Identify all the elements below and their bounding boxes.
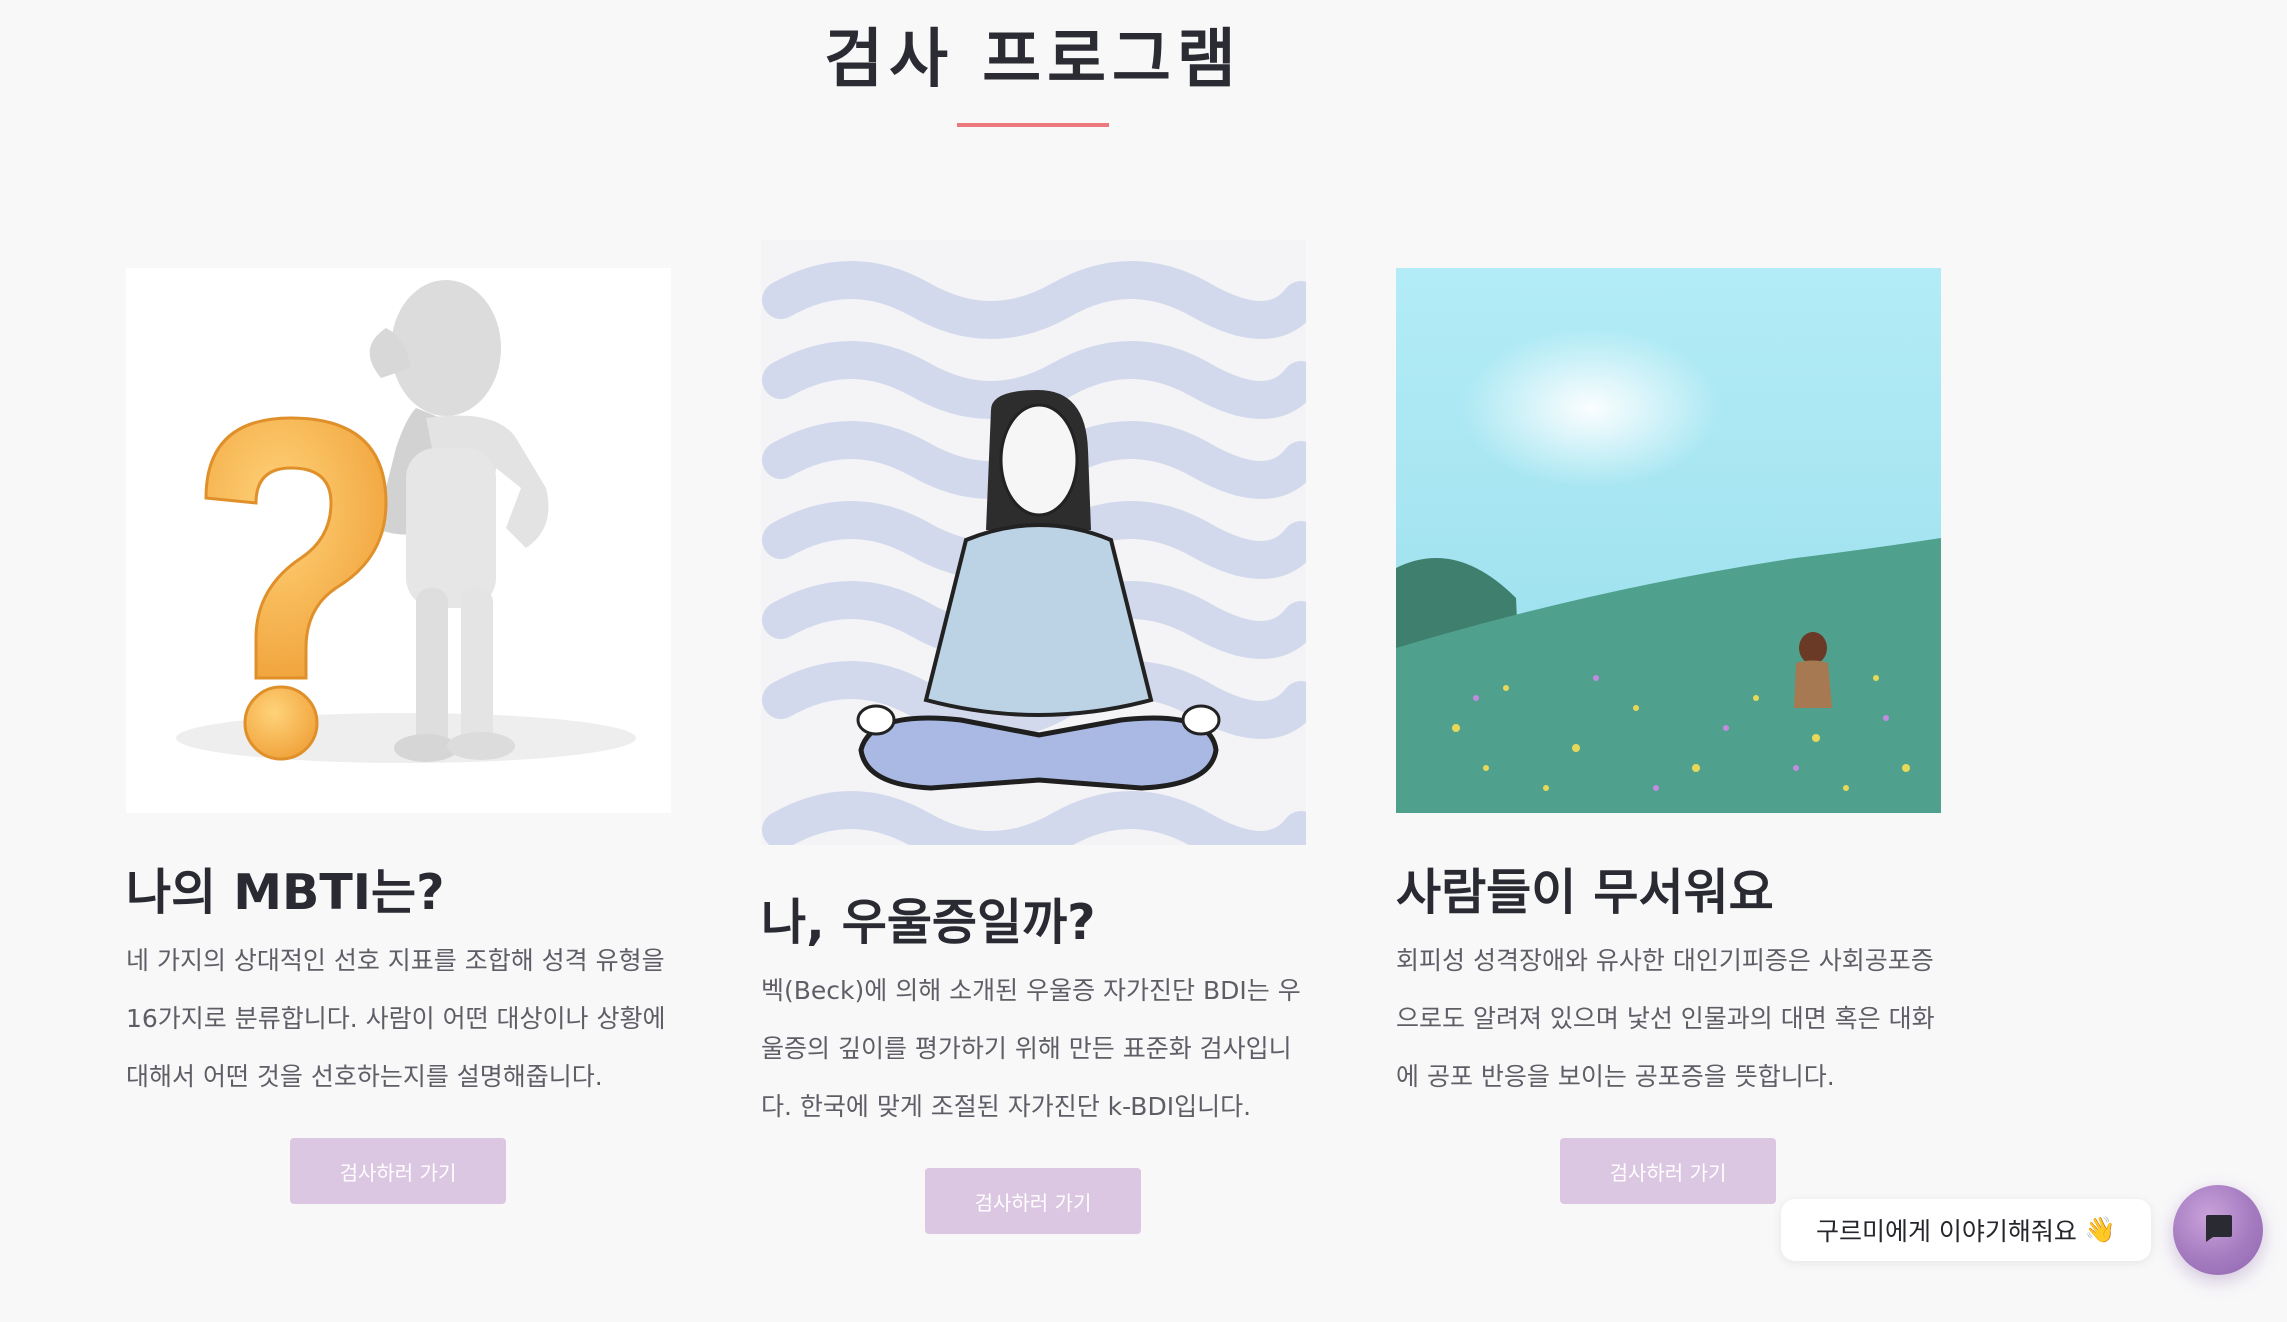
start-test-button[interactable]: 검사하러 가기 — [290, 1138, 506, 1204]
question-mark-thinking-figure-image — [126, 268, 671, 813]
person-in-flower-field-image — [1396, 268, 1941, 813]
chat-prompt-text: 구르미에게 이야기해줘요 — [1815, 1217, 2077, 1246]
card-description: 회피성 성격장애와 유사한 대인기피증은 사회공포증으로도 알려져 있으며 낯선… — [1396, 946, 1935, 1091]
waving-hand-icon: 👋 — [2084, 1215, 2117, 1244]
card-title: 사람들이 무서워요 — [1396, 864, 1774, 921]
chat-bubble-icon — [2201, 1211, 2235, 1249]
start-test-button[interactable]: 검사하러 가기 — [925, 1168, 1141, 1234]
start-test-button[interactable]: 검사하러 가기 — [1560, 1138, 1776, 1204]
card-description: 벡(Beck)에 의해 소개된 우울증 자가진단 BDI는 우울증의 깊이를 평… — [761, 976, 1301, 1121]
card-description: 네 가지의 상대적인 선호 지표를 조합해 성격 유형을 16가지로 분류합니다… — [126, 946, 666, 1091]
chat-prompt-bubble[interactable]: 구르미에게 이야기해줘요 👋 — [1781, 1199, 2151, 1261]
card-title: 나의 MBTI는? — [126, 864, 445, 921]
card-title: 나, 우울증일까? — [761, 894, 1096, 951]
section-title: 검사 프로그램 — [824, 23, 1242, 97]
title-underline — [957, 123, 1109, 127]
chat-launcher-button[interactable] — [2173, 1185, 2263, 1275]
meditating-woman-image — [761, 240, 1306, 845]
